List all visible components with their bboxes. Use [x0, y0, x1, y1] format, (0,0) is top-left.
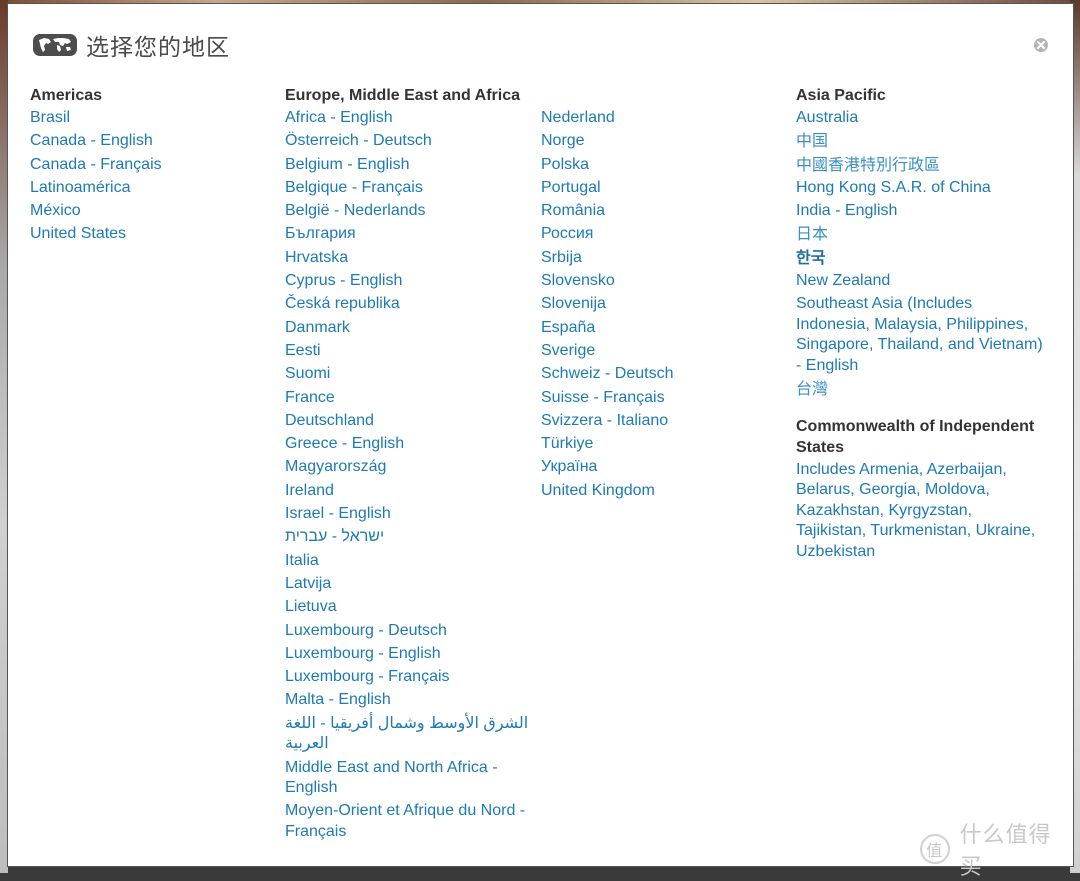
region-link[interactable]: Israel - English [285, 504, 530, 525]
region-link[interactable]: Includes Armenia, Azerbaijan, Belarus, G… [796, 460, 1046, 563]
region-link[interactable]: Canada - Français [30, 155, 270, 176]
region-emea-column-1: Europe, Middle East and Africa Africa - … [285, 85, 530, 845]
region-link[interactable]: Italia [285, 551, 530, 572]
region-link[interactable]: France [285, 388, 530, 409]
region-link[interactable]: Schweiz - Deutsch [541, 364, 786, 385]
region-link[interactable]: 中國香港特別行政區 [796, 155, 1046, 176]
region-link[interactable]: New Zealand [796, 271, 1046, 292]
region-link[interactable]: Latinoamérica [30, 178, 270, 199]
region-link[interactable]: Sverige [541, 341, 786, 362]
region-link[interactable]: Norge [541, 131, 786, 152]
region-link[interactable]: België - Nederlands [285, 201, 530, 222]
region-heading: Commonwealth of Independent States [796, 417, 1035, 456]
region-link[interactable]: Suisse - Français [541, 388, 786, 409]
region-link[interactable]: Magyarország [285, 457, 530, 478]
close-icon [1034, 38, 1048, 52]
region-heading: Americas [30, 87, 103, 104]
region-link[interactable]: Česká republika [285, 294, 530, 315]
region-link[interactable]: Eesti [285, 341, 530, 362]
region-link[interactable]: Slovensko [541, 271, 786, 292]
region-link[interactable]: Latvija [285, 574, 530, 595]
region-americas: Americas Brasil Canada - English Canada … [30, 85, 270, 248]
dialog-header: 选择您的地区 [32, 26, 230, 64]
region-link[interactable]: Australia [796, 108, 1046, 129]
region-link[interactable]: Ireland [285, 481, 530, 502]
region-link[interactable]: México [30, 201, 270, 222]
region-link[interactable]: Україна [541, 457, 786, 478]
region-heading: Asia Pacific [796, 87, 886, 104]
region-link[interactable]: Hrvatska [285, 248, 530, 269]
region-link[interactable]: España [541, 318, 786, 339]
region-link[interactable]: Africa - English [285, 108, 530, 129]
region-link[interactable]: Belgium - English [285, 155, 530, 176]
region-link[interactable]: Österreich - Deutsch [285, 131, 530, 152]
watermark: 值 什么值得买 [920, 823, 1073, 880]
region-link[interactable]: Luxembourg - Français [285, 667, 530, 688]
region-link[interactable]: 日本 [796, 224, 1046, 245]
region-link[interactable]: Türkiye [541, 434, 786, 455]
region-link[interactable]: Srbija [541, 248, 786, 269]
region-link[interactable]: United Kingdom [541, 481, 786, 502]
region-link[interactable]: Svizzera - Italiano [541, 411, 786, 432]
region-link[interactable]: България [285, 224, 530, 245]
region-heading: Europe, Middle East and Africa [285, 87, 521, 104]
region-link[interactable]: Malta - English [285, 690, 530, 711]
region-link[interactable]: Россия [541, 224, 786, 245]
region-link[interactable]: 한국 [796, 248, 1046, 269]
region-link[interactable]: Luxembourg - English [285, 644, 530, 665]
region-link[interactable]: Lietuva [285, 597, 530, 618]
dialog-title: 选择您的地区 [86, 35, 230, 61]
region-link[interactable]: ישראל - עברית [285, 527, 530, 548]
region-link[interactable]: Danmark [285, 318, 530, 339]
region-link[interactable]: Polska [541, 155, 786, 176]
region-emea-column-2: Nederland Norge Polska Portugal România … [541, 85, 786, 504]
close-button[interactable] [1033, 37, 1049, 53]
region-link[interactable]: India - English [796, 201, 1046, 222]
column-spacer [541, 85, 786, 108]
region-link[interactable]: Middle East and North Africa - English [285, 758, 530, 799]
region-asia-pacific: Asia Pacific Australia 中国 中國香港特別行政區 Hong… [796, 85, 1046, 565]
region-link[interactable]: Deutschland [285, 411, 530, 432]
region-link[interactable]: Slovenija [541, 294, 786, 315]
region-link[interactable]: Brasil [30, 108, 270, 129]
region-link[interactable]: Greece - English [285, 434, 530, 455]
region-link[interactable]: Cyprus - English [285, 271, 530, 292]
region-link[interactable]: United States [30, 224, 270, 245]
region-link[interactable]: Portugal [541, 178, 786, 199]
region-link[interactable]: Moyen-Orient et Afrique du Nord - França… [285, 801, 530, 842]
world-map-icon [32, 33, 78, 57]
region-link[interactable]: 台灣 [796, 379, 1046, 400]
region-link[interactable]: România [541, 201, 786, 222]
region-link[interactable]: Southeast Asia (Includes Indonesia, Mala… [796, 294, 1046, 376]
region-link[interactable]: Nederland [541, 108, 786, 129]
watermark-text: 什么值得买 [959, 823, 1052, 880]
region-link[interactable]: Belgique - Français [285, 178, 530, 199]
region-selector-dialog: 选择您的地区 Americas Brasil Canada - English … [7, 3, 1074, 880]
watermark-badge-icon: 值 [920, 834, 950, 864]
region-link[interactable]: Luxembourg - Deutsch [285, 621, 530, 642]
region-link[interactable]: Hong Kong S.A.R. of China [796, 178, 1046, 199]
region-link[interactable]: Canada - English [30, 131, 270, 152]
region-link[interactable]: الشرق الأوسط وشمال أفريقيا - اللغة العرب… [285, 714, 530, 755]
region-link[interactable]: Suomi [285, 364, 530, 385]
region-link[interactable]: 中国 [796, 131, 1046, 152]
